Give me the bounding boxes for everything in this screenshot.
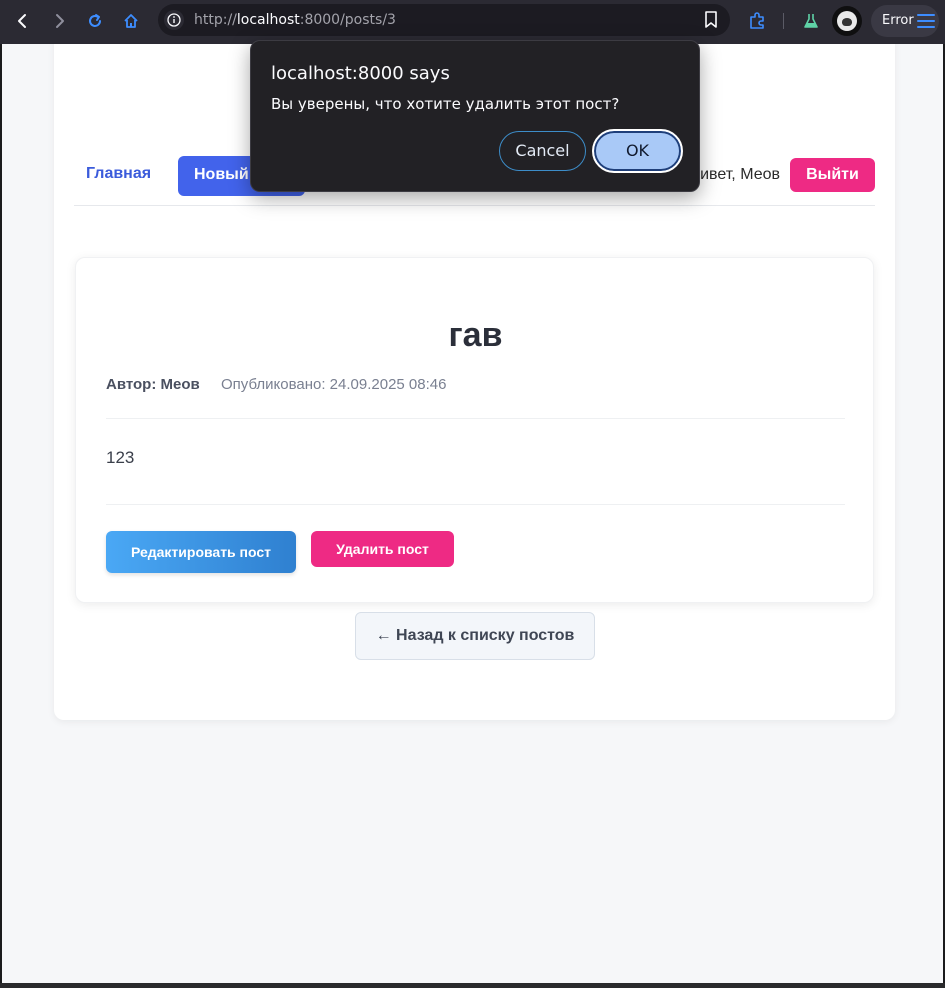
forward-arrow-icon[interactable] — [44, 6, 74, 36]
account-avatar[interactable] — [832, 6, 862, 36]
post-title: гав — [448, 316, 503, 354]
post-card: гав Автор: Меов Опубликовано: 24.09.2025… — [75, 257, 874, 603]
dialog-title: localhost:8000 says — [271, 63, 450, 84]
divider — [106, 504, 845, 505]
browser-toolbar: http://localhost:8000/posts/3 Error — [0, 0, 945, 44]
ok-button[interactable]: OK — [592, 129, 683, 173]
extensions-icon[interactable] — [742, 6, 772, 36]
site-info-icon[interactable] — [164, 10, 184, 30]
nav-home-link[interactable]: Главная — [86, 165, 151, 183]
logout-button[interactable]: Выйти — [790, 158, 875, 192]
divider — [106, 418, 845, 419]
edit-post-button[interactable]: Редактировать пост — [106, 531, 296, 573]
back-arrow-icon[interactable] — [8, 6, 38, 36]
hamburger-menu-icon — [917, 14, 935, 28]
cancel-button[interactable]: Cancel — [499, 131, 586, 171]
home-icon[interactable] — [116, 6, 146, 36]
reload-icon[interactable] — [80, 6, 110, 36]
post-author: Автор: Меов — [106, 376, 200, 393]
dialog-message: Вы уверены, что хотите удалить этот пост… — [271, 95, 620, 113]
delete-post-button[interactable]: Удалить пост — [311, 531, 454, 567]
url-text: http://localhost:8000/posts/3 — [194, 12, 396, 28]
toolbar-separator — [783, 13, 784, 29]
post-body: 123 — [106, 448, 135, 467]
address-bar[interactable]: http://localhost:8000/posts/3 — [158, 4, 730, 36]
error-menu-button[interactable]: Error — [871, 5, 939, 37]
back-to-posts-button[interactable]: ← Назад к списку постов — [355, 612, 595, 660]
confirm-dialog: localhost:8000 says Вы уверены, что хоти… — [250, 40, 700, 192]
labs-flask-icon[interactable] — [796, 6, 826, 36]
window-bottom-edge — [0, 983, 945, 988]
post-date: Опубликовано: 24.09.2025 08:46 — [221, 376, 447, 393]
bookmark-icon[interactable] — [704, 11, 718, 34]
error-label: Error — [882, 13, 914, 28]
